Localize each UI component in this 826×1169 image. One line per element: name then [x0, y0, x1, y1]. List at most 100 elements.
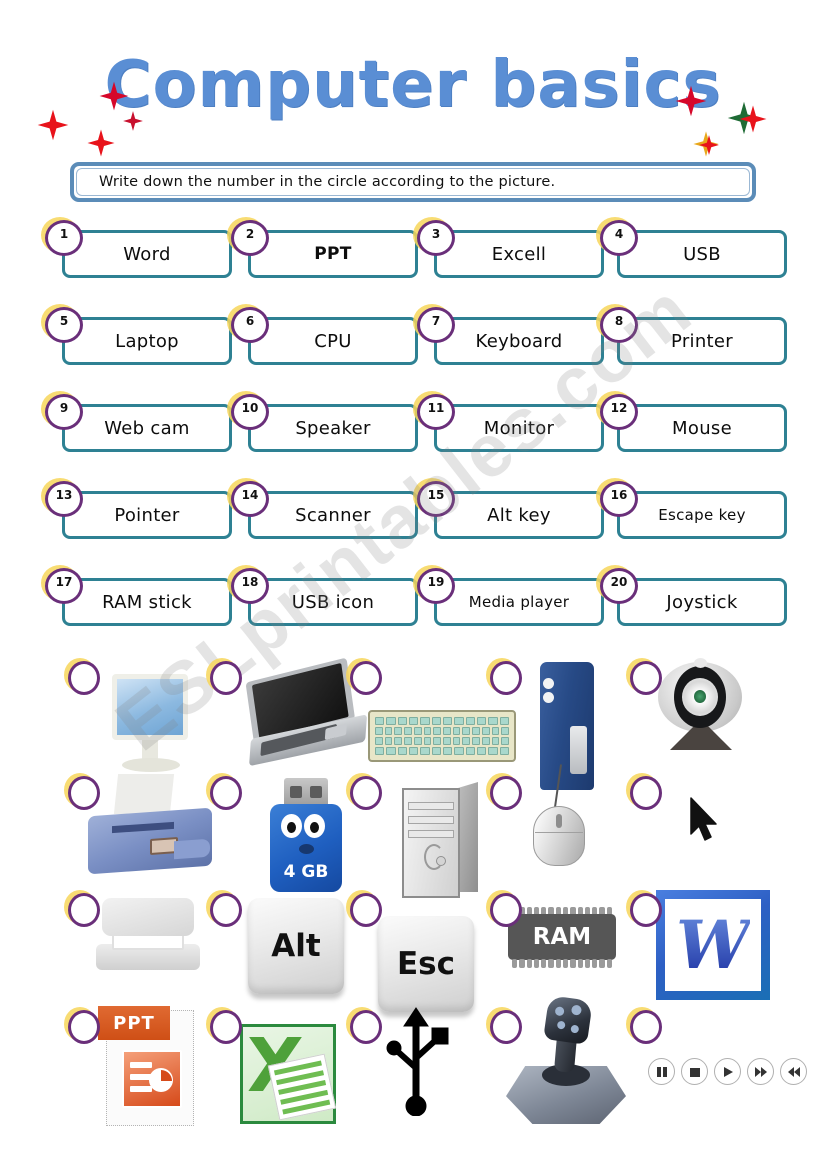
word-box[interactable]: Word [62, 230, 232, 278]
number-text: 2 [245, 226, 255, 241]
word-item-19[interactable]: Media player 19 [417, 568, 604, 626]
word-item-12[interactable]: Mouse 12 [600, 394, 787, 452]
word-item-17[interactable]: RAM stick 17 [45, 568, 232, 626]
word-item-6[interactable]: CPU 6 [231, 307, 418, 365]
answer-circle-usb-symbol[interactable] [350, 1010, 382, 1044]
word-box[interactable]: Mouse [617, 404, 787, 452]
word-box[interactable]: USB [617, 230, 787, 278]
word-item-4[interactable]: USB 4 [600, 220, 787, 278]
word-box[interactable]: USB icon [248, 578, 418, 626]
word-label: Mouse [672, 417, 732, 439]
answer-circle-webcam[interactable] [630, 661, 662, 695]
word-box[interactable]: PPT [248, 230, 418, 278]
word-box[interactable]: Alt key [434, 491, 604, 539]
word-box[interactable]: Monitor [434, 404, 604, 452]
answer-circle-escape-key[interactable] [350, 893, 382, 927]
stop-button[interactable] [681, 1058, 708, 1085]
word-item-15[interactable]: Alt key 15 [417, 481, 604, 539]
answer-circle-pointer[interactable] [630, 776, 662, 810]
word-box[interactable]: Scanner [248, 491, 418, 539]
answer-circle-speaker[interactable] [490, 661, 522, 695]
answer-circle-ppt-file[interactable] [68, 1010, 100, 1044]
word-label: Media player [468, 593, 570, 611]
word-item-7[interactable]: Keyboard 7 [417, 307, 604, 365]
word-label: RAM stick [102, 591, 192, 613]
word-item-13[interactable]: Pointer 13 [45, 481, 232, 539]
number-text: 7 [431, 313, 441, 328]
word-box[interactable]: Speaker [248, 404, 418, 452]
number-text: 11 [427, 400, 445, 415]
word-row: Web cam 9 Speaker 10 Monitor 11 Mouse 12 [0, 394, 826, 483]
word-label: CPU [314, 330, 352, 352]
word-item-1[interactable]: Word 1 [45, 220, 232, 278]
number-circle: 17 [45, 568, 83, 604]
number-circle: 8 [600, 307, 638, 343]
word-box[interactable]: Media player [434, 578, 604, 626]
word-item-16[interactable]: Escape key 16 [600, 481, 787, 539]
word-item-2[interactable]: PPT 2 [231, 220, 418, 278]
answer-circle-keyboard[interactable] [350, 661, 382, 695]
answer-circle-word-icon[interactable] [630, 893, 662, 927]
answer-circle-monitor[interactable] [68, 661, 100, 695]
word-item-9[interactable]: Web cam 9 [45, 394, 232, 452]
picture-area: 4 GB Alt Esc RAM W PPT [0, 648, 826, 1169]
word-item-10[interactable]: Speaker 10 [231, 394, 418, 452]
word-box[interactable]: Laptop [62, 317, 232, 365]
ppt-file-icon: PPT [98, 1006, 194, 1126]
answer-circle-excel-icon[interactable] [210, 1010, 242, 1044]
word-item-18[interactable]: USB icon 18 [231, 568, 418, 626]
word-box[interactable]: RAM stick [62, 578, 232, 626]
escape-key-label: Esc [396, 946, 455, 982]
usb-capacity-label: 4 GB [283, 862, 329, 882]
word-label: Printer [671, 330, 733, 352]
pause-button[interactable] [648, 1058, 675, 1085]
rewind-button[interactable] [780, 1058, 807, 1085]
number-text: 1 [59, 226, 69, 241]
word-item-11[interactable]: Monitor 11 [417, 394, 604, 452]
number-circle: 6 [231, 307, 269, 343]
word-label: Pointer [114, 504, 180, 526]
word-box[interactable]: Excell [434, 230, 604, 278]
word-box[interactable]: Printer [617, 317, 787, 365]
word-box[interactable]: Web cam [62, 404, 232, 452]
word-box[interactable]: CPU [248, 317, 418, 365]
word-box[interactable]: Escape key [617, 491, 787, 539]
answer-circle-alt-key[interactable] [210, 893, 242, 927]
word-box[interactable]: Keyboard [434, 317, 604, 365]
keyboard-icon [368, 710, 516, 762]
answer-circle-scanner[interactable] [68, 893, 100, 927]
word-box[interactable]: Joystick [617, 578, 787, 626]
answer-circle-media-player[interactable] [630, 1010, 662, 1044]
number-text: 6 [245, 313, 255, 328]
answer-circle-printer[interactable] [68, 776, 100, 810]
number-circle: 9 [45, 394, 83, 430]
fast-forward-button[interactable] [747, 1058, 774, 1085]
monitor-icon [112, 674, 210, 778]
number-circle: 12 [600, 394, 638, 430]
number-circle: 16 [600, 481, 638, 517]
word-label: Laptop [115, 330, 179, 352]
answer-circle-ram-stick[interactable] [490, 893, 522, 927]
word-item-14[interactable]: Scanner 14 [231, 481, 418, 539]
word-item-8[interactable]: Printer 8 [600, 307, 787, 365]
word-box[interactable]: Pointer [62, 491, 232, 539]
word-item-20[interactable]: Joystick 20 [600, 568, 787, 626]
star-icon [674, 84, 708, 118]
number-text: 18 [241, 574, 259, 589]
number-text: 8 [614, 313, 624, 328]
star-icon [698, 134, 720, 156]
answer-circle-laptop[interactable] [210, 661, 242, 695]
word-row: Laptop 5 CPU 6 Keyboard 7 Printer 8 [0, 307, 826, 396]
number-circle: 3 [417, 220, 455, 256]
word-label: Excell [491, 243, 547, 265]
number-circle: 1 [45, 220, 83, 256]
answer-circle-usb-stick[interactable] [210, 776, 242, 810]
answer-circle-joystick[interactable] [490, 1010, 522, 1044]
number-text: 3 [431, 226, 441, 241]
word-item-5[interactable]: Laptop 5 [45, 307, 232, 365]
answer-circle-mouse[interactable] [490, 776, 522, 810]
answer-circle-cpu-tower[interactable] [350, 776, 382, 810]
play-button[interactable] [714, 1058, 741, 1085]
ppt-label: PPT [113, 1012, 155, 1034]
word-item-3[interactable]: Excell 3 [417, 220, 604, 278]
